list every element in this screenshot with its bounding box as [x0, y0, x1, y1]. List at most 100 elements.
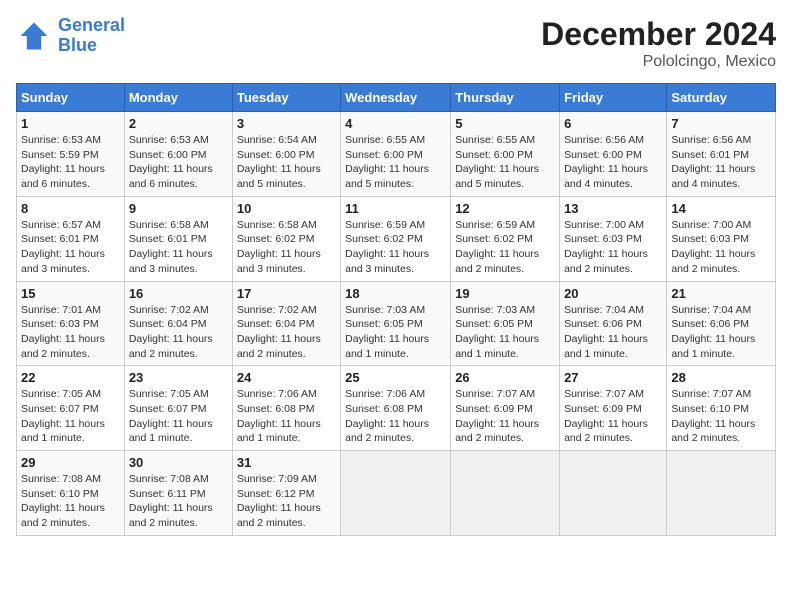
logo-icon — [16, 18, 52, 54]
calendar-week-4: 29 Sunrise: 7:08 AM Sunset: 6:10 PM Dayli… — [17, 451, 776, 536]
calendar-cell — [667, 451, 776, 536]
header-friday: Friday — [560, 84, 667, 112]
day-info: Sunrise: 7:08 AM Sunset: 6:11 PM Dayligh… — [129, 472, 228, 531]
day-number: 27 — [564, 370, 662, 385]
calendar-cell: 16 Sunrise: 7:02 AM Sunset: 6:04 PM Dayli… — [124, 281, 232, 366]
header-sunday: Sunday — [17, 84, 125, 112]
calendar-cell: 9 Sunrise: 6:58 AM Sunset: 6:01 PM Daylig… — [124, 196, 232, 281]
logo-line2: Blue — [58, 35, 97, 55]
calendar-cell: 21Sunrise: 7:04 AM Sunset: 6:06 PM Dayli… — [667, 281, 776, 366]
day-number: 19 — [455, 286, 555, 301]
calendar-cell: 31Sunrise: 7:09 AM Sunset: 6:12 PM Dayli… — [232, 451, 340, 536]
day-number: 9 — [129, 201, 228, 216]
calendar-body: 1 Sunrise: 6:53 AM Sunset: 5:59 PM Daylig… — [17, 112, 776, 536]
calendar-cell: 11 Sunrise: 6:59 AM Sunset: 6:02 PM Dayli… — [341, 196, 451, 281]
day-number: 4 — [345, 116, 446, 131]
calendar-cell: 30Sunrise: 7:08 AM Sunset: 6:11 PM Dayli… — [124, 451, 232, 536]
calendar-header: Sunday Monday Tuesday Wednesday Thursday… — [17, 84, 776, 112]
day-number: 7 — [671, 116, 771, 131]
day-info: Sunrise: 6:54 AM Sunset: 6:00 PM Dayligh… — [237, 133, 336, 192]
day-number: 26 — [455, 370, 555, 385]
calendar-cell: 2 Sunrise: 6:53 AM Sunset: 6:00 PM Daylig… — [124, 112, 232, 197]
day-info: Sunrise: 6:56 AM Sunset: 6:00 PM Dayligh… — [564, 133, 662, 192]
day-number: 6 — [564, 116, 662, 131]
day-number: 17 — [237, 286, 336, 301]
day-info: Sunrise: 7:03 AM Sunset: 6:05 PM Dayligh… — [345, 303, 446, 362]
calendar-cell: 3 Sunrise: 6:54 AM Sunset: 6:00 PM Daylig… — [232, 112, 340, 197]
day-info: Sunrise: 7:07 AM Sunset: 6:09 PM Dayligh… — [455, 387, 555, 446]
calendar-cell: 14 Sunrise: 7:00 AM Sunset: 6:03 PM Dayli… — [667, 196, 776, 281]
calendar-cell: 17Sunrise: 7:02 AM Sunset: 6:04 PM Dayli… — [232, 281, 340, 366]
day-info: Sunrise: 6:58 AM Sunset: 6:02 PM Dayligh… — [237, 218, 336, 277]
calendar-cell: 6 Sunrise: 6:56 AM Sunset: 6:00 PM Daylig… — [560, 112, 667, 197]
day-number: 10 — [237, 201, 336, 216]
calendar-cell: 26 Sunrise: 7:07 AM Sunset: 6:09 PM Dayli… — [451, 366, 560, 451]
logo: General Blue — [16, 16, 125, 56]
day-number: 13 — [564, 201, 662, 216]
day-info: Sunrise: 6:58 AM Sunset: 6:01 PM Dayligh… — [129, 218, 228, 277]
day-info: Sunrise: 7:05 AM Sunset: 6:07 PM Dayligh… — [21, 387, 120, 446]
day-info: Sunrise: 7:07 AM Sunset: 6:10 PM Dayligh… — [671, 387, 771, 446]
calendar-cell: 27 Sunrise: 7:07 AM Sunset: 6:09 PM Dayli… — [560, 366, 667, 451]
calendar-week-1: 8 Sunrise: 6:57 AM Sunset: 6:01 PM Daylig… — [17, 196, 776, 281]
day-info: Sunrise: 7:08 AM Sunset: 6:10 PM Dayligh… — [21, 472, 120, 531]
day-info: Sunrise: 7:07 AM Sunset: 6:09 PM Dayligh… — [564, 387, 662, 446]
day-number: 8 — [21, 201, 120, 216]
day-number: 12 — [455, 201, 555, 216]
day-info: Sunrise: 7:00 AM Sunset: 6:03 PM Dayligh… — [671, 218, 771, 277]
calendar-cell: 19 Sunrise: 7:03 AM Sunset: 6:05 PM Dayli… — [451, 281, 560, 366]
day-info: Sunrise: 6:59 AM Sunset: 6:02 PM Dayligh… — [345, 218, 446, 277]
calendar-cell: 13Sunrise: 7:00 AM Sunset: 6:03 PM Dayli… — [560, 196, 667, 281]
calendar-cell: 12 Sunrise: 6:59 AM Sunset: 6:02 PM Dayli… — [451, 196, 560, 281]
header-tuesday: Tuesday — [232, 84, 340, 112]
day-info: Sunrise: 7:05 AM Sunset: 6:07 PM Dayligh… — [129, 387, 228, 446]
calendar-cell — [451, 451, 560, 536]
day-number: 29 — [21, 455, 120, 470]
calendar-cell: 23 Sunrise: 7:05 AM Sunset: 6:07 PM Dayli… — [124, 366, 232, 451]
header-saturday: Saturday — [667, 84, 776, 112]
day-number: 1 — [21, 116, 120, 131]
logo-text: General Blue — [58, 16, 125, 56]
day-number: 21 — [671, 286, 771, 301]
calendar-week-3: 22 Sunrise: 7:05 AM Sunset: 6:07 PM Dayli… — [17, 366, 776, 451]
day-info: Sunrise: 7:02 AM Sunset: 6:04 PM Dayligh… — [129, 303, 228, 362]
day-info: Sunrise: 7:04 AM Sunset: 6:06 PM Dayligh… — [564, 303, 662, 362]
header-wednesday: Wednesday — [341, 84, 451, 112]
header-monday: Monday — [124, 84, 232, 112]
day-number: 23 — [129, 370, 228, 385]
calendar-cell: 18 Sunrise: 7:03 AM Sunset: 6:05 PM Dayli… — [341, 281, 451, 366]
day-number: 22 — [21, 370, 120, 385]
day-number: 16 — [129, 286, 228, 301]
day-info: Sunrise: 7:01 AM Sunset: 6:03 PM Dayligh… — [21, 303, 120, 362]
day-info: Sunrise: 6:57 AM Sunset: 6:01 PM Dayligh… — [21, 218, 120, 277]
title-block: December 2024 Pololcingo, Mexico — [541, 16, 776, 71]
day-info: Sunrise: 6:56 AM Sunset: 6:01 PM Dayligh… — [671, 133, 771, 192]
day-number: 15 — [21, 286, 120, 301]
day-number: 14 — [671, 201, 771, 216]
day-info: Sunrise: 7:03 AM Sunset: 6:05 PM Dayligh… — [455, 303, 555, 362]
day-number: 20 — [564, 286, 662, 301]
calendar-week-2: 15 Sunrise: 7:01 AM Sunset: 6:03 PM Dayli… — [17, 281, 776, 366]
day-info: Sunrise: 6:59 AM Sunset: 6:02 PM Dayligh… — [455, 218, 555, 277]
day-info: Sunrise: 7:06 AM Sunset: 6:08 PM Dayligh… — [237, 387, 336, 446]
day-info: Sunrise: 6:53 AM Sunset: 5:59 PM Dayligh… — [21, 133, 120, 192]
day-number: 18 — [345, 286, 446, 301]
day-number: 28 — [671, 370, 771, 385]
calendar-cell: 10 Sunrise: 6:58 AM Sunset: 6:02 PM Dayli… — [232, 196, 340, 281]
calendar-cell: 8 Sunrise: 6:57 AM Sunset: 6:01 PM Daylig… — [17, 196, 125, 281]
calendar-cell: 4Sunrise: 6:55 AM Sunset: 6:00 PM Daylig… — [341, 112, 451, 197]
day-number: 24 — [237, 370, 336, 385]
logo-line1: General — [58, 15, 125, 35]
day-number: 5 — [455, 116, 555, 131]
calendar-cell: 1 Sunrise: 6:53 AM Sunset: 5:59 PM Daylig… — [17, 112, 125, 197]
calendar-cell: 28 Sunrise: 7:07 AM Sunset: 6:10 PM Dayli… — [667, 366, 776, 451]
calendar-cell: 20 Sunrise: 7:04 AM Sunset: 6:06 PM Dayli… — [560, 281, 667, 366]
calendar-cell: 22 Sunrise: 7:05 AM Sunset: 6:07 PM Dayli… — [17, 366, 125, 451]
day-info: Sunrise: 7:09 AM Sunset: 6:12 PM Dayligh… — [237, 472, 336, 531]
day-number: 11 — [345, 201, 446, 216]
calendar-cell: 15 Sunrise: 7:01 AM Sunset: 6:03 PM Dayli… — [17, 281, 125, 366]
calendar-cell — [341, 451, 451, 536]
day-number: 3 — [237, 116, 336, 131]
day-info: Sunrise: 6:53 AM Sunset: 6:00 PM Dayligh… — [129, 133, 228, 192]
day-number: 2 — [129, 116, 228, 131]
